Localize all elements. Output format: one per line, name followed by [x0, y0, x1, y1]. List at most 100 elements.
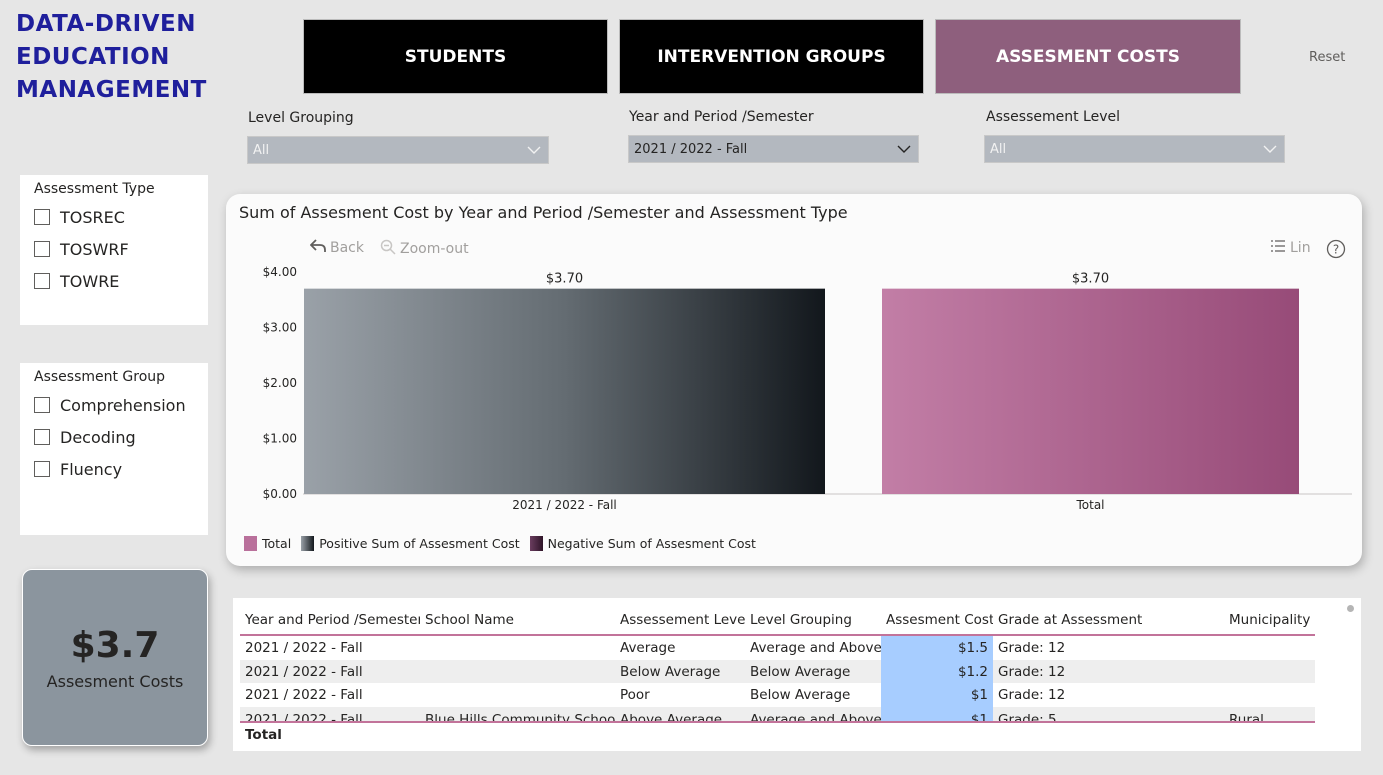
y-tick-label: $0.00	[263, 487, 297, 501]
year-period-dropdown[interactable]: 2021 / 2022 - Fall	[628, 135, 919, 163]
table-row[interactable]: 2021 / 2022 - Fall Poor Below Average $1 Gra…	[240, 683, 1315, 707]
checkbox-tosrec[interactable]: TOSREC	[34, 201, 194, 233]
table-cell: Grade: 12	[998, 687, 1066, 703]
assesment-costs-kpi-card: $3.7 Assesment Costs	[22, 569, 208, 746]
checkbox-icon[interactable]	[34, 209, 50, 225]
checkbox-label: TOSWRF	[60, 239, 129, 259]
assessment-type-title: Assessment Type	[34, 181, 155, 197]
y-tick-label: $1.00	[263, 432, 297, 446]
table-cell: Grade: 12	[998, 640, 1066, 656]
y-tick-label: $4.00	[263, 265, 297, 279]
chevron-down-icon	[520, 137, 548, 163]
column-header[interactable]: Municipality	[1224, 606, 1315, 634]
y-tick-label: $2.00	[263, 376, 297, 390]
legend-item-positive[interactable]: Positive Sum of Assesment Cost	[301, 536, 520, 551]
x-category-label: Total	[1075, 498, 1104, 512]
checkbox-label: TOSREC	[60, 207, 125, 227]
scrollbar-handle[interactable]	[1347, 605, 1354, 612]
table-cell	[420, 636, 615, 660]
table-cell: 2021 / 2022 - Fall	[245, 640, 363, 656]
y-tick-label: $3.00	[263, 321, 297, 335]
checkbox-icon[interactable]	[34, 397, 50, 413]
table-cell: Rural	[1229, 712, 1264, 722]
legend-label: Total	[262, 536, 292, 551]
table-cell: Grade: 5	[998, 712, 1057, 722]
table-cell: Below Average	[750, 664, 851, 680]
kpi-label: Assesment Costs	[46, 671, 184, 691]
table-cell: Below Average	[620, 664, 721, 680]
checkbox-comprehension[interactable]: Comprehension	[34, 389, 194, 421]
column-header[interactable]: School Name	[420, 606, 615, 634]
chevron-down-icon	[1256, 136, 1284, 162]
brand-line-1: DATA-DRIVEN	[16, 11, 196, 37]
table-cell	[1224, 660, 1315, 684]
table-cell: Average	[620, 640, 676, 656]
data-label: $3.70	[1072, 272, 1109, 287]
checkbox-label: Comprehension	[60, 395, 186, 415]
legend-item-negative[interactable]: Negative Sum of Assesment Cost	[529, 536, 756, 551]
checkbox-icon[interactable]	[34, 461, 50, 477]
reset-button[interactable]: Reset	[1309, 50, 1345, 65]
legend-swatch	[301, 536, 315, 551]
assesment-detail-table: Year and Period /Semester School Name Asse…	[233, 598, 1361, 751]
column-header[interactable]: Assessement Level	[615, 606, 745, 634]
table-cell: Above Average	[620, 712, 723, 722]
legend-item-total[interactable]: Total	[244, 536, 291, 551]
table-cell: Average and Above	[750, 712, 881, 722]
legend-swatch	[529, 536, 543, 551]
assesment-costs-nav-button[interactable]: ASSESMENT COSTS	[935, 19, 1241, 94]
assessment-level-dropdown[interactable]: All	[984, 135, 1285, 163]
level-grouping-dropdown[interactable]: All	[247, 136, 549, 164]
column-header[interactable]: Year and Period /Semester	[240, 606, 420, 634]
kpi-value: $3.7	[70, 624, 160, 666]
bar-total[interactable]	[882, 288, 1299, 494]
table-cell: Poor	[620, 687, 650, 703]
cost-cell: $1	[881, 707, 993, 722]
level-grouping-label: Level Grouping	[248, 110, 354, 126]
table-cell: 2021 / 2022 - Fall	[245, 712, 363, 722]
column-header[interactable]: Grade at Assessment	[993, 606, 1224, 634]
checkbox-label: Decoding	[60, 427, 136, 447]
checkbox-fluency[interactable]: Fluency	[34, 453, 194, 485]
year-period-label: Year and Period /Semester	[629, 109, 814, 125]
intervention-groups-nav-button[interactable]: INTERVENTION GROUPS	[619, 19, 924, 94]
brand-line-3: MANAGEMENT	[16, 77, 207, 103]
assessment-level-label: Assessement Level	[986, 109, 1120, 125]
table-cell: Blue Hills Community School	[425, 712, 615, 722]
table-cell: Below Average	[750, 687, 851, 703]
level-grouping-value: All	[253, 142, 270, 158]
checkbox-toswrf[interactable]: TOSWRF	[34, 233, 194, 265]
checkbox-towre[interactable]: TOWRE	[34, 265, 194, 297]
legend-label: Positive Sum of Assesment Cost	[319, 536, 520, 551]
checkbox-label: Fluency	[60, 459, 123, 479]
bar-chart: $0.00 $1.00 $2.00 $3.00 $4.00 $3.70 2021 / 202…	[263, 265, 1352, 512]
checkbox-icon[interactable]	[34, 273, 50, 289]
data-label: $3.70	[546, 272, 583, 287]
table-cell: 2021 / 2022 - Fall	[245, 664, 363, 680]
chart-legend: Total Positive Sum of Assesment Cost Neg…	[244, 536, 766, 551]
assessment-group-filter: Assessment Group Comprehension Decoding …	[20, 363, 208, 535]
table-cell: Average and Above	[750, 640, 881, 656]
checkbox-icon[interactable]	[34, 429, 50, 445]
students-nav-button[interactable]: STUDENTS	[303, 19, 608, 94]
column-header[interactable]: Assesment Cost	[881, 606, 993, 634]
table-total-row: Total	[240, 721, 1315, 747]
table-row[interactable]: 2021 / 2022 - Fall Below Average Below Ave…	[240, 660, 1315, 684]
table-row[interactable]: 2021 / 2022 - Fall Blue Hills Community S…	[240, 707, 1315, 722]
checkbox-label: TOWRE	[60, 271, 120, 291]
column-header[interactable]: Level Grouping	[745, 606, 881, 634]
cost-cell: $1	[881, 683, 993, 707]
brand-title: DATA-DRIVEN EDUCATION MANAGEMENT	[16, 8, 216, 107]
table-row[interactable]: 2021 / 2022 - Fall Average Average and Abo…	[240, 636, 1315, 660]
assessment-level-value: All	[990, 141, 1007, 157]
assessment-type-filter: Assessment Type TOSREC TOSWRF TOWRE	[20, 175, 208, 325]
x-category-label: 2021 / 2022 - Fall	[512, 498, 617, 512]
checkbox-decoding[interactable]: Decoding	[34, 421, 194, 453]
table-cell	[420, 660, 615, 684]
bar-2021-2022-fall[interactable]	[304, 288, 825, 494]
table-cell: 2021 / 2022 - Fall	[245, 687, 363, 703]
cost-cell: $1.5	[881, 636, 993, 660]
table-cell	[1224, 636, 1315, 660]
table-cell	[420, 683, 615, 707]
checkbox-icon[interactable]	[34, 241, 50, 257]
